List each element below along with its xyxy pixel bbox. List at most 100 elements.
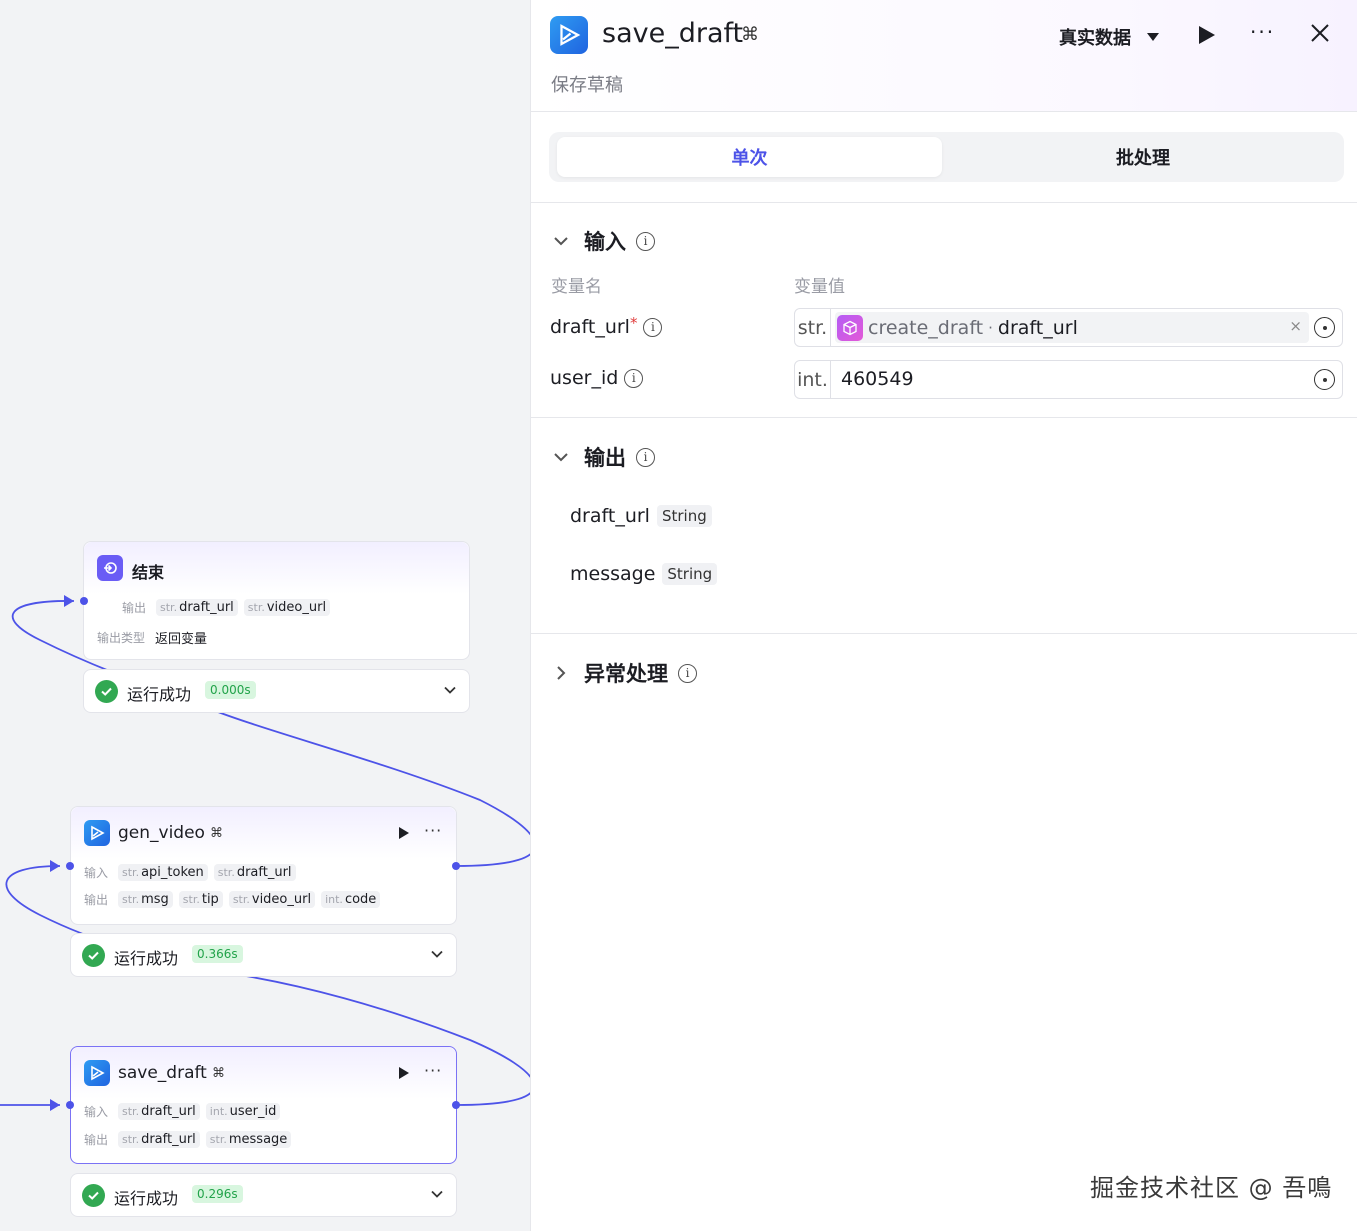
gen-video-node[interactable]: gen_video ⌘ ··· 输入 str. api_token str. dra… xyxy=(70,806,457,925)
tab-batch[interactable]: 批处理 xyxy=(949,137,1337,177)
type-label: int. xyxy=(795,361,831,398)
plugin-icon xyxy=(84,820,110,846)
chevron-down-icon[interactable] xyxy=(443,683,457,697)
end-node-title: 结束 xyxy=(132,563,165,582)
info-icon[interactable]: i xyxy=(636,447,655,467)
save-draft-run-status[interactable]: 运行成功 0.296s xyxy=(70,1173,457,1217)
run-button[interactable] xyxy=(1199,26,1215,44)
exception-section-header[interactable]: 异常处理 i xyxy=(552,658,697,688)
data-mode-select[interactable]: 真实数据 xyxy=(1059,24,1131,50)
gen-video-outputs: 输出 str. msg str. tip str. video_url int. cod… xyxy=(84,891,381,908)
plugin-icon xyxy=(550,16,588,54)
chevron-down-icon[interactable] xyxy=(430,947,444,961)
chevron-down-icon xyxy=(552,448,574,466)
chevron-down-icon[interactable] xyxy=(430,1187,444,1201)
user-id-value[interactable]: 460549 xyxy=(841,368,914,390)
plugin-badge-icon: ⌘ xyxy=(741,24,759,45)
exception-section-title: 异常处理 xyxy=(584,662,668,686)
status-text: 运行成功 xyxy=(114,949,179,968)
watermark: 掘金技术社区 @ 吾鳴 xyxy=(1090,1174,1333,1202)
node-more-icon[interactable]: ··· xyxy=(424,821,442,840)
status-time: 0.000s xyxy=(205,681,256,699)
output-row: draft_url String xyxy=(570,505,712,527)
save-draft-output-port[interactable] xyxy=(452,1101,460,1109)
node-run-icon[interactable] xyxy=(399,827,409,839)
input-var-draft-url: draft_url * i xyxy=(550,314,663,338)
status-text: 运行成功 xyxy=(127,685,192,704)
output-chip: int. code xyxy=(321,891,381,908)
node-more-icon[interactable]: ··· xyxy=(424,1061,442,1080)
output-chip: str. tip xyxy=(178,891,223,908)
output-chip: str. draft_url xyxy=(156,599,238,616)
arrow-gen-video xyxy=(50,860,60,872)
divider xyxy=(531,633,1357,634)
panel-header: save_draft ⌘ 保存草稿 真实数据 ··· xyxy=(531,0,1357,112)
plugin-badge-icon: ⌘ xyxy=(212,1066,225,1081)
variable-picker-icon[interactable] xyxy=(1314,369,1335,390)
gen-video-input-port[interactable] xyxy=(66,862,74,870)
output-chip: str. video_url xyxy=(228,891,316,908)
input-var-user-id: user_id i xyxy=(550,367,644,389)
output-row: message String xyxy=(570,563,718,585)
output-section-header[interactable]: 输出 i xyxy=(552,442,655,472)
panel-title: save_draft xyxy=(602,18,744,49)
status-text: 运行成功 xyxy=(114,1189,179,1208)
input-section-header[interactable]: 输入 i xyxy=(552,226,655,256)
plugin-badge-icon: ⌘ xyxy=(210,826,223,841)
chevron-right-icon xyxy=(552,664,574,682)
success-icon xyxy=(95,680,118,703)
end-node-run-status[interactable]: 运行成功 0.000s xyxy=(83,669,470,713)
type-label: str. xyxy=(795,309,831,346)
type-tag: String xyxy=(656,505,712,527)
end-node-outputs: 输出 str. draft_url str. video_url xyxy=(122,599,331,616)
success-icon xyxy=(82,944,105,967)
workflow-canvas[interactable]: 结束 输出 str. draft_url str. video_url 输出类型 返… xyxy=(0,0,530,1231)
arrow-save-draft xyxy=(50,1099,60,1111)
draft-url-value-field[interactable]: str. create_draft · draft_url × xyxy=(794,308,1343,347)
close-icon[interactable] xyxy=(1309,22,1331,44)
tab-single[interactable]: 单次 xyxy=(557,137,942,177)
col-header-name: 变量名 xyxy=(551,277,602,297)
clear-icon[interactable]: × xyxy=(1289,317,1302,335)
output-chip: str. draft_url xyxy=(118,1131,200,1148)
save-draft-inputs: 输入 str. draft_url int. user_id xyxy=(84,1103,281,1120)
end-node-icon xyxy=(97,555,123,581)
variable-reference[interactable]: create_draft · draft_url × xyxy=(835,312,1309,343)
caret-down-icon[interactable] xyxy=(1147,33,1159,41)
plugin-icon xyxy=(84,1060,110,1086)
run-mode-tabs: 单次 批处理 xyxy=(549,132,1344,182)
gen-video-inputs: 输入 str. api_token str. draft_url xyxy=(84,864,296,881)
input-chip: int. user_id xyxy=(205,1103,281,1120)
divider xyxy=(531,202,1357,203)
info-icon[interactable]: i xyxy=(678,663,697,683)
save-draft-input-port[interactable] xyxy=(66,1101,74,1109)
type-tag: String xyxy=(662,563,718,585)
save-draft-node-title: save_draft xyxy=(118,1063,207,1083)
info-icon[interactable]: i xyxy=(643,317,663,337)
divider xyxy=(531,417,1357,418)
gen-video-node-title: gen_video xyxy=(118,823,205,843)
more-icon[interactable]: ··· xyxy=(1250,20,1275,44)
chevron-down-icon xyxy=(552,232,574,250)
output-chip: str. message xyxy=(205,1131,292,1148)
user-id-value-field[interactable]: int. 460549 xyxy=(794,360,1343,399)
end-node[interactable]: 结束 输出 str. draft_url str. video_url 输出类型 返… xyxy=(83,541,470,660)
save-draft-node[interactable]: save_draft ⌘ ··· 输入 str. draft_url int. us… xyxy=(70,1046,457,1164)
info-icon[interactable]: i xyxy=(624,368,644,388)
status-time: 0.296s xyxy=(192,1185,243,1203)
cube-icon xyxy=(837,314,863,341)
variable-picker-icon[interactable] xyxy=(1314,317,1335,338)
end-node-input-port[interactable] xyxy=(80,597,88,605)
success-icon xyxy=(82,1184,105,1207)
save-draft-outputs: 输出 str. draft_url str. message xyxy=(84,1131,292,1148)
required-mark: * xyxy=(629,314,638,332)
gen-video-run-status[interactable]: 运行成功 0.366s xyxy=(70,933,457,977)
node-run-icon[interactable] xyxy=(399,1067,409,1079)
info-icon[interactable]: i xyxy=(636,231,655,251)
gen-video-output-port[interactable] xyxy=(452,862,460,870)
arrow-end xyxy=(64,595,74,607)
status-time: 0.366s xyxy=(192,945,243,963)
output-section-title: 输出 xyxy=(584,446,626,470)
input-chip: str. draft_url xyxy=(213,864,296,881)
panel-subtitle: 保存草稿 xyxy=(551,75,623,96)
